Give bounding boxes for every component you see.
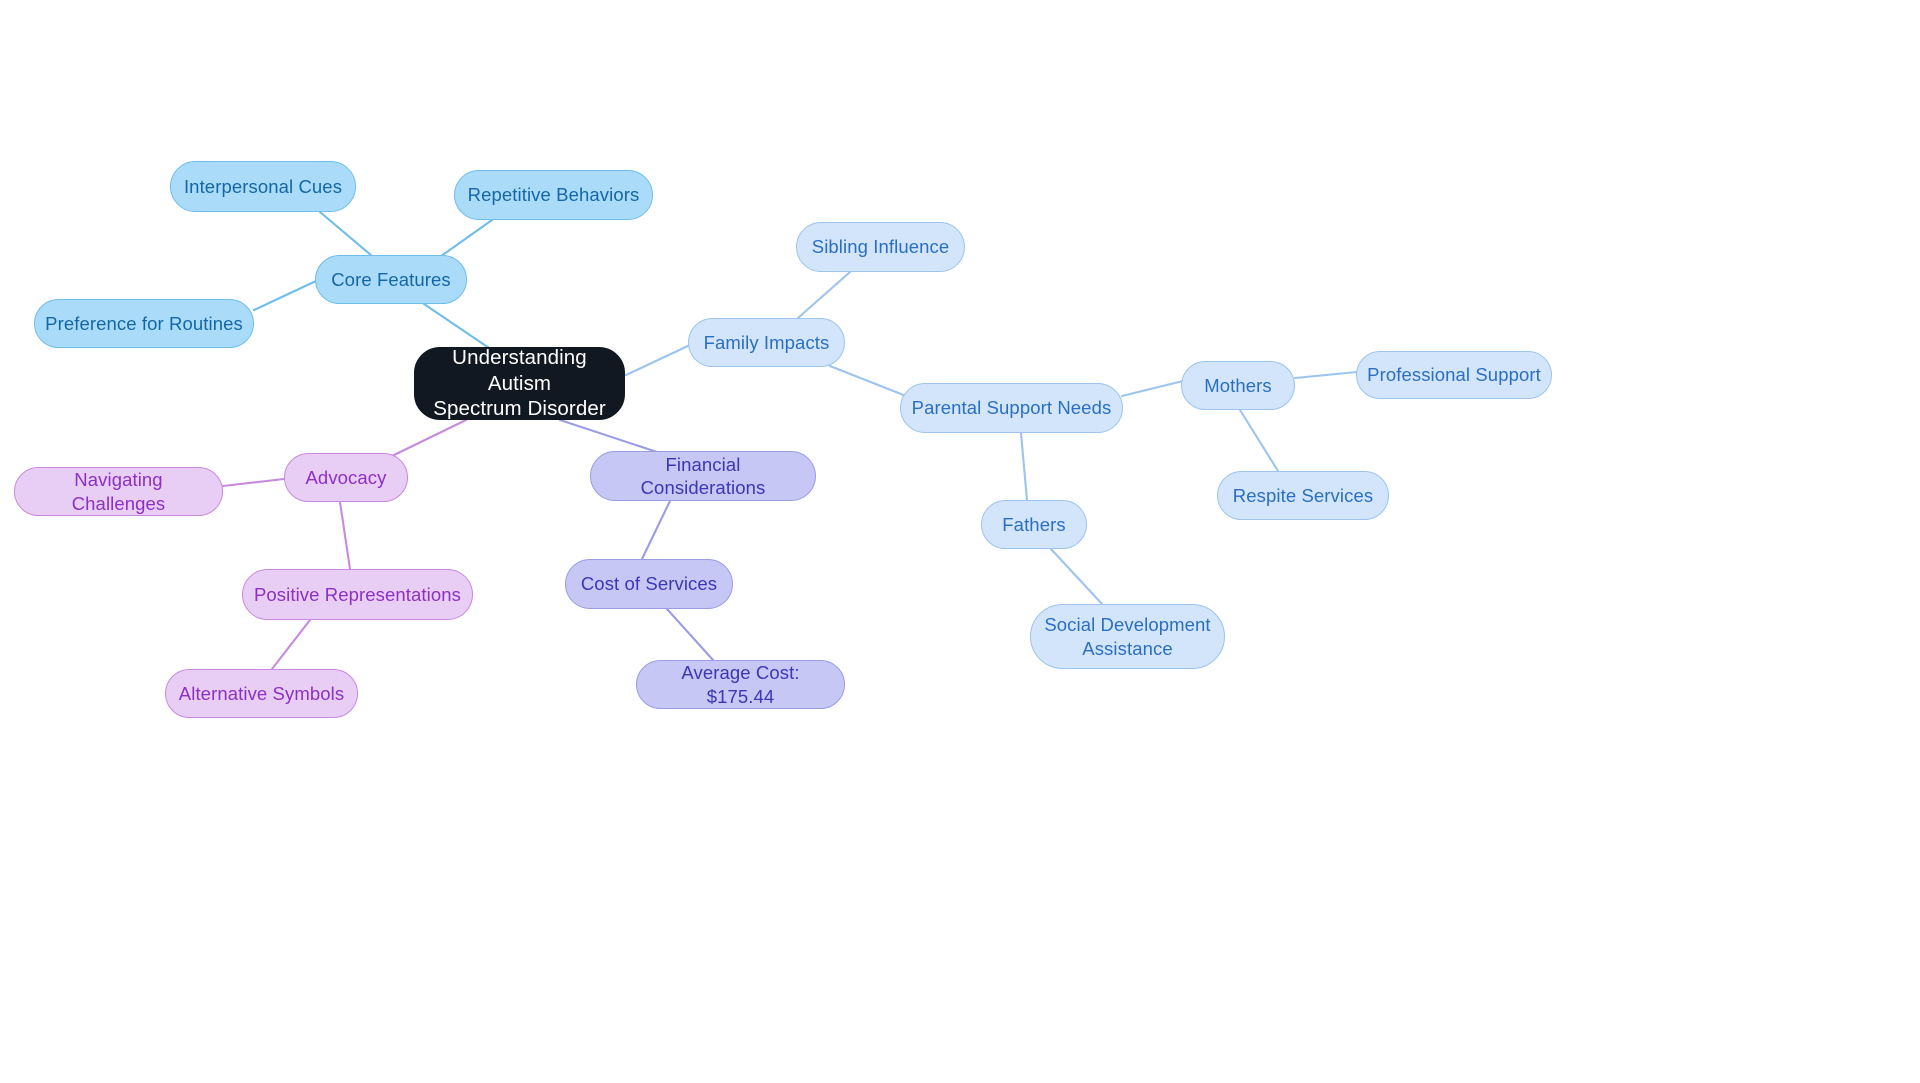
node-social-development-assistance[interactable]: Social Development Assistance [1030, 604, 1225, 669]
edge-repetitive-behaviors-to-core-features [435, 218, 494, 261]
node-root-understanding-autism-spectrum-disorder[interactable]: Understanding Autism Spectrum Disorder [414, 345, 625, 421]
node-fathers[interactable]: Fathers [981, 500, 1087, 549]
node-label: Mothers [1204, 374, 1272, 396]
node-label: Parental Support Needs [911, 397, 1112, 419]
edge-mothers-to-professional-support [1293, 370, 1359, 380]
node-label: Interpersonal Cues [183, 175, 343, 197]
node-label: Professional Support [1367, 364, 1541, 386]
node-label: Core Features [331, 268, 451, 290]
node-label: Family Impacts [703, 331, 830, 353]
edge-preference-for-routines-to-core-features [252, 279, 318, 312]
node-average-cost[interactable]: Average Cost: $175.44 [636, 660, 845, 709]
node-label: Financial Considerations [640, 453, 766, 498]
node-label: Respite Services [1232, 484, 1374, 506]
edge-positive-representations-to-alternative-symbols [270, 618, 312, 671]
node-label: Preference for Routines [45, 312, 243, 334]
edge-cost-of-services-to-average-cost [665, 607, 715, 662]
node-respite-services[interactable]: Respite Services [1217, 471, 1389, 520]
node-cost-of-services[interactable]: Cost of Services [565, 559, 733, 609]
node-professional-support[interactable]: Professional Support [1356, 351, 1552, 399]
node-navigating-challenges[interactable]: Navigating Challenges [14, 467, 223, 516]
edge-root-to-financial-considerations [558, 418, 659, 454]
edge-advocacy-to-navigating-challenges [221, 477, 286, 488]
node-mothers[interactable]: Mothers [1181, 361, 1295, 410]
node-positive-representations[interactable]: Positive Representations [242, 569, 473, 620]
node-label: Advocacy [305, 466, 387, 488]
node-label: Sibling Influence [811, 236, 950, 258]
mindmap-canvas: Understanding Autism Spectrum Disorder Co… [0, 0, 1920, 1083]
edge-family-impacts-to-sibling-influence [796, 270, 852, 320]
edge-root-to-family-impacts [624, 343, 692, 377]
node-alternative-symbols[interactable]: Alternative Symbols [165, 669, 358, 718]
node-label: Positive Representations [253, 583, 462, 605]
node-label: Fathers [1002, 513, 1066, 535]
edge-root-to-advocacy [390, 418, 468, 458]
node-sibling-influence[interactable]: Sibling Influence [796, 222, 965, 272]
edge-advocacy-to-positive-representations [338, 500, 352, 571]
node-label: Average Cost: $175.44 [681, 662, 800, 707]
edge-financial-considerations-to-cost-of-services [640, 499, 672, 561]
node-family-impacts[interactable]: Family Impacts [688, 318, 845, 367]
edge-fathers-to-social-development-assistance [1049, 547, 1104, 606]
node-label: Repetitive Behaviors [467, 184, 640, 206]
node-advocacy[interactable]: Advocacy [284, 453, 408, 502]
node-label: Understanding Autism Spectrum Disorder [433, 345, 606, 421]
node-financial-considerations[interactable]: Financial Considerations [590, 451, 816, 501]
node-core-features[interactable]: Core Features [315, 255, 467, 304]
node-label: Cost of Services [580, 573, 718, 595]
edge-parental-support-needs-to-mothers [1120, 379, 1185, 398]
node-interpersonal-cues[interactable]: Interpersonal Cues [170, 161, 356, 212]
node-preference-for-routines[interactable]: Preference for Routines [34, 299, 254, 348]
node-repetitive-behaviors[interactable]: Repetitive Behaviors [454, 170, 653, 220]
edge-mothers-to-respite-services [1238, 408, 1280, 473]
edge-parental-support-needs-to-fathers [1019, 431, 1029, 502]
edge-family-impacts-to-parental-support-needs [828, 364, 908, 398]
edge-interpersonal-cues-to-core-features [318, 210, 374, 258]
node-label: Alternative Symbols [178, 682, 345, 704]
node-label: Social Development Assistance [1044, 614, 1211, 659]
node-parental-support-needs[interactable]: Parental Support Needs [900, 383, 1123, 433]
node-label: Navigating Challenges [71, 469, 166, 514]
edge-core-features-to-root [422, 302, 494, 352]
